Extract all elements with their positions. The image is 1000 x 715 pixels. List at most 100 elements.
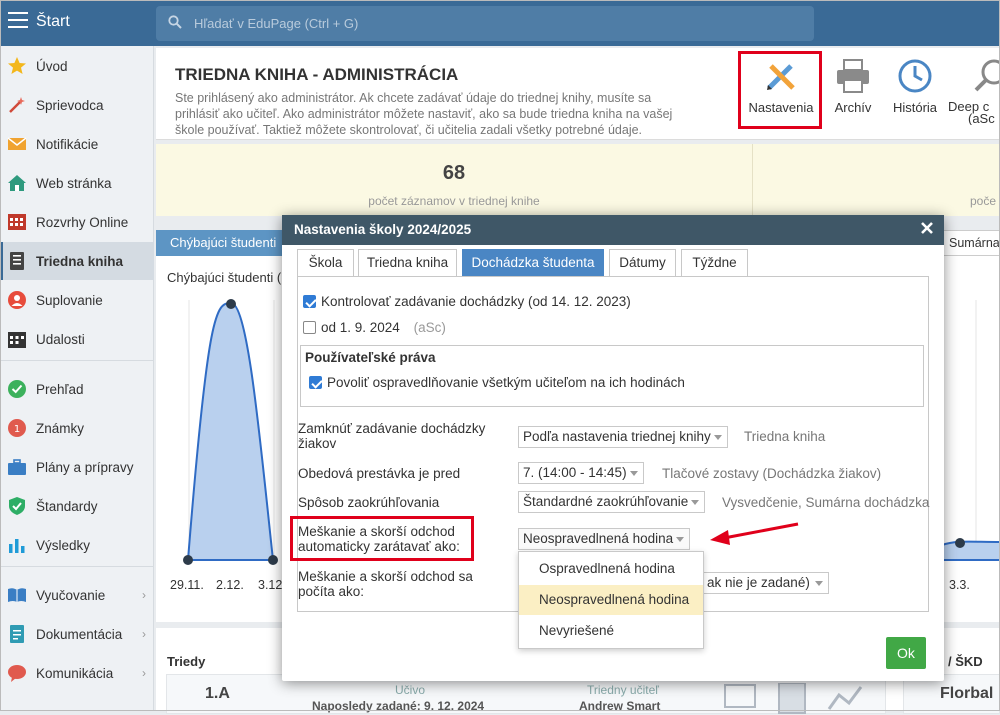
class-name: 1.A — [205, 685, 230, 702]
stats-row: 68 počet záznamov v triednej knihe poče — [156, 144, 1000, 216]
dropdown-option-excused[interactable]: Ospravedlnená hodina — [519, 554, 703, 584]
book-icon[interactable] — [778, 683, 806, 714]
chat-icon — [8, 665, 26, 682]
rounding-value: Štandardné zaokrúhľovanie — [523, 494, 689, 509]
dropdown-option-unresolved[interactable]: Nevyriešené — [519, 616, 703, 646]
chevron-down-icon — [691, 500, 699, 505]
search-icon — [168, 15, 182, 29]
sidebar-item-label: Rozvrhy Online — [36, 214, 129, 230]
menu-icon[interactable] — [8, 12, 28, 28]
chevron-right-icon: › — [142, 666, 146, 680]
chart-area-right — [941, 540, 1000, 561]
tab-summary[interactable]: Sumárna d — [942, 230, 1000, 256]
search-box[interactable] — [156, 6, 814, 41]
briefcase-icon — [8, 459, 26, 475]
search-input[interactable] — [192, 13, 792, 33]
deep-check-button[interactable]: Deep c (aSc — [948, 56, 1000, 125]
sidebar-item-label: Prehľad — [36, 381, 84, 397]
tab-missing-students[interactable]: Chýbajúci študenti — [156, 230, 288, 256]
rounding-select[interactable]: Štandardné zaokrúhľovanie — [518, 491, 705, 513]
tab-skola[interactable]: Škola — [297, 249, 354, 276]
sidebar-item-label: Dokumentácia — [36, 626, 123, 642]
record-count-label: počet záznamov v triednej knihe — [368, 194, 540, 208]
sidebar-item-label: Komunikácia — [36, 665, 114, 681]
dialog-title: Nastavenia školy 2024/2025 — [282, 215, 944, 245]
x-tick-label: 2.12. — [216, 578, 244, 592]
lunch-break-value: 7. (14:00 - 14:45) — [523, 465, 627, 480]
sidebar-item-label: Notifikácie — [36, 136, 99, 152]
chevron-right-icon: › — [142, 627, 146, 641]
lock-attendance-value: Podľa nastavenia triednej knihy — [523, 429, 711, 444]
late-auto-highlight-box — [290, 516, 474, 561]
tab-dochadzka-studenta[interactable]: Dochádzka študenta — [462, 249, 604, 276]
chart-caption: Chýbajúci študenti ( — [167, 270, 282, 285]
x-tick-label: 3.12 — [258, 578, 283, 592]
tab-tyzdne[interactable]: Týždne — [681, 249, 748, 276]
monitor-icon[interactable] — [724, 684, 756, 708]
allow-excuse-label: Povoliť ospravedlňovanie všetkým učiteľo… — [327, 375, 685, 390]
lock-attendance-hint: Triedna kniha — [744, 429, 826, 444]
chart-point — [268, 555, 278, 565]
record-count: 68 — [442, 162, 466, 184]
magic-wand-icon — [9, 97, 25, 113]
chevron-down-icon — [676, 537, 684, 542]
sidebar-item-plany[interactable]: Plány a prípravy — [0, 448, 154, 486]
ok-button[interactable]: Ok — [886, 637, 926, 669]
trend-icon[interactable] — [827, 686, 863, 710]
lock-attendance-label: Zamknúť zadávanie dochádzky žiakov — [298, 421, 486, 451]
sidebar-item-prehlad[interactable]: Prehľad — [0, 370, 154, 408]
sidebar-item-vyucovanie[interactable]: Vyučovanie › — [0, 576, 154, 614]
control-attendance-checkbox[interactable] — [303, 295, 316, 308]
class-action-icons[interactable] — [723, 683, 873, 715]
clock-icon — [898, 59, 932, 93]
ucivo-label: Učivo — [395, 683, 426, 697]
sidebar-item-uvod[interactable]: Úvod — [0, 47, 154, 85]
sidebar-item-sprievodca[interactable]: Sprievodca — [0, 86, 154, 124]
annotation-arrow-icon — [710, 522, 799, 545]
from-date-label: od 1. 9. 2024 — [321, 320, 400, 335]
page-description: Ste prihlásený ako administrátor. Ak chc… — [175, 91, 673, 137]
header-panel: TRIEDNA KNIHA - ADMINISTRÁCIA Ste prihlá… — [156, 48, 1000, 140]
sidebar-item-triedna-kniha[interactable]: Triedna kniha — [0, 242, 154, 280]
printer-icon — [837, 59, 869, 93]
chevron-down-icon — [815, 581, 823, 586]
sidebar-item-rozvrhy[interactable]: Rozvrhy Online — [0, 203, 154, 241]
from-date-checkbox[interactable] — [303, 321, 316, 334]
teacher-label: Triedny učiteľ — [587, 683, 659, 697]
sidebar-item-komunikacia[interactable]: Komunikácia › — [0, 654, 154, 692]
lunch-break-select[interactable]: 7. (14:00 - 14:45) — [518, 462, 644, 484]
tab-triedna-kniha[interactable]: Triedna kniha — [358, 249, 457, 276]
sidebar-item-udalosti[interactable]: Udalosti — [0, 320, 154, 358]
archive-label: Archív — [834, 100, 872, 115]
sidebar-item-standardy[interactable]: Štandardy — [0, 487, 154, 525]
sidebar-item-znamky[interactable]: 1 Známky — [0, 409, 154, 447]
sidebar-item-label: Výsledky — [36, 537, 91, 553]
page-title: TRIEDNA KNIHA - ADMINISTRÁCIA — [175, 65, 459, 84]
late-auto-select[interactable]: Neospravedlnená hodina — [518, 528, 690, 550]
allow-excuse-row[interactable]: Povoliť ospravedlňovanie všetkým učiteľo… — [309, 375, 685, 390]
late-auto-dropdown-list: Ospravedlnená hodina Neospravedlnená hod… — [518, 551, 704, 649]
history-label: História — [892, 100, 938, 115]
lock-attendance-select[interactable]: Podľa nastavenia triednej knihy — [518, 426, 728, 448]
sidebar-item-suplovanie[interactable]: Suplovanie — [0, 281, 154, 319]
app-title[interactable]: Štart — [36, 13, 70, 31]
dropdown-option-unexcused[interactable]: Neospravedlnená hodina — [519, 585, 703, 615]
sidebar-item-web[interactable]: Web stránka — [0, 164, 154, 202]
allow-excuse-checkbox[interactable] — [309, 376, 322, 389]
tab-datumy[interactable]: Dátumy — [609, 249, 676, 276]
from-date-row[interactable]: od 1. 9. 2024 (aSc) — [303, 320, 446, 335]
svg-text:1: 1 — [14, 424, 20, 435]
skd-name: Florbal — [940, 685, 994, 702]
lunch-break-hint: Tlačové zostavy (Dochádzka žiakov) — [662, 466, 882, 481]
sidebar-item-dokumentacia[interactable]: Dokumentácia › — [0, 615, 154, 653]
bar-chart-icon — [9, 539, 25, 553]
user-rights-legend: Používateľské práva — [305, 350, 436, 365]
history-button[interactable]: História — [876, 56, 954, 115]
sidebar-item-label: Vyučovanie — [36, 587, 106, 603]
sidebar-item-notifikacie[interactable]: Notifikácie — [0, 125, 154, 163]
control-attendance-row[interactable]: Kontrolovať zadávanie dochádzky (od 14. … — [303, 294, 631, 309]
close-icon[interactable] — [920, 221, 934, 235]
sidebar-item-label: Sprievodca — [36, 97, 104, 113]
late-count-select[interactable]: ak nie je zadané) — [702, 572, 829, 594]
sidebar-item-vysledky[interactable]: Výsledky — [0, 526, 154, 564]
